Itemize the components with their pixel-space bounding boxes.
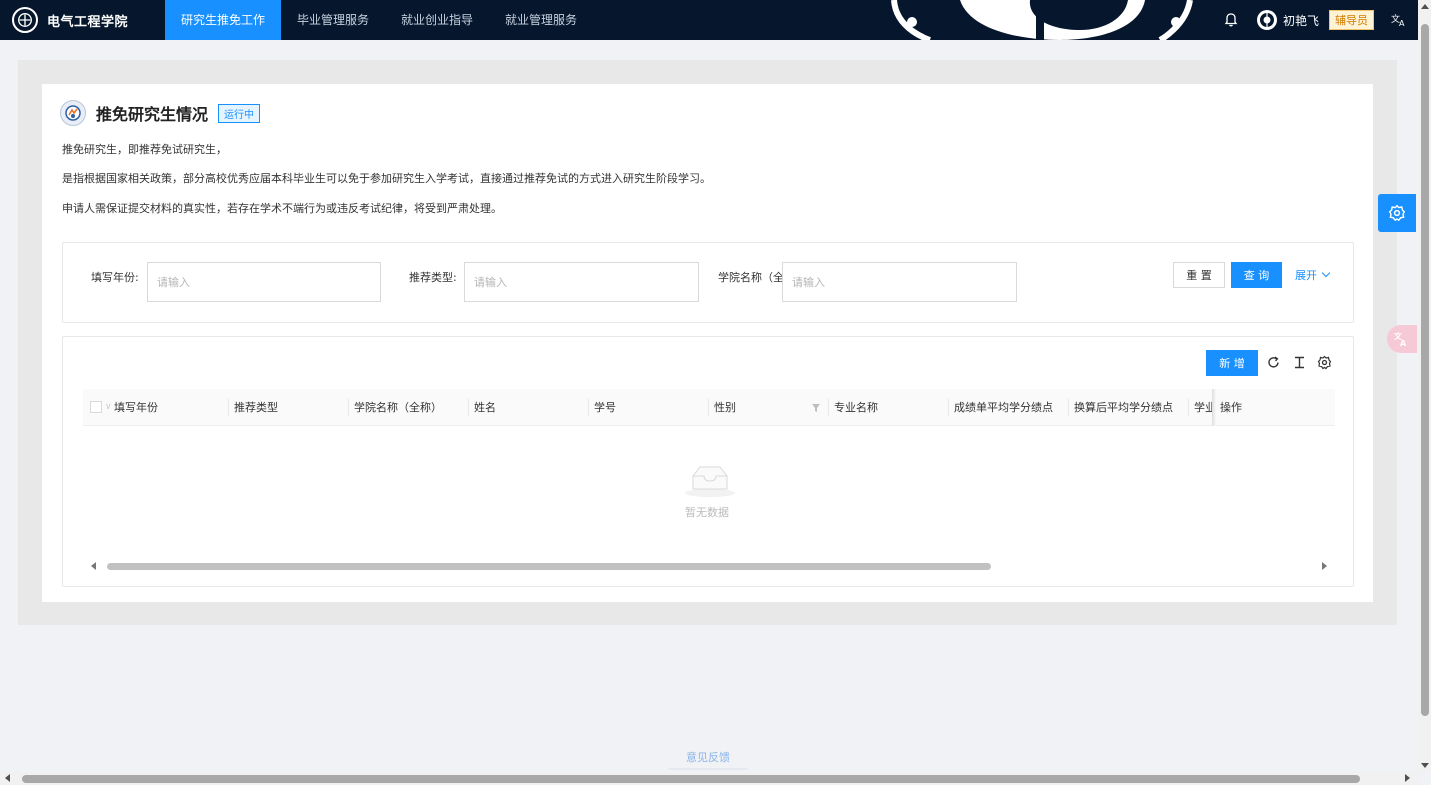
gear-icon: [1388, 204, 1406, 222]
recommend-type-input[interactable]: [464, 262, 699, 302]
nav-item-postgrad-recommendation[interactable]: 研究生推免工作: [165, 0, 282, 40]
type-label: 推荐类型:: [409, 271, 457, 284]
empty-state-text: 暂无数据: [685, 506, 729, 519]
floating-translate-button[interactable]: 文A: [1387, 325, 1417, 353]
col-recommend-type[interactable]: 推荐类型: [234, 389, 346, 426]
description-line-2: 是指根据国家相关政策，部分高校优秀应届本科毕业生可以免于参加研究生入学考试，直接…: [62, 172, 711, 185]
page-title-icon: [60, 100, 86, 126]
col-actions: 操作: [1220, 401, 1242, 414]
column-height-icon[interactable]: [1292, 355, 1307, 370]
nav-item-employment-management[interactable]: 就业管理服务: [489, 0, 593, 40]
select-all-checkbox[interactable]: [90, 401, 102, 413]
floating-settings-button[interactable]: [1378, 194, 1416, 232]
svg-text:A: A: [1400, 339, 1407, 348]
college-input[interactable]: [782, 262, 1017, 302]
brand-name: 电气工程学院: [47, 14, 129, 30]
filter-icon[interactable]: [811, 403, 821, 413]
data-table-panel: 新 增 ∨ 填写年份 推荐类型 学院名称（全称） 姓名 学号 性别 专业名称 成…: [62, 336, 1354, 587]
refresh-icon[interactable]: [1266, 355, 1281, 370]
table-header: ∨ 填写年份 推荐类型 学院名称（全称） 姓名 学号 性别 专业名称 成绩单平均…: [83, 389, 1335, 426]
translate-icon[interactable]: 文A: [1390, 11, 1408, 29]
bell-icon[interactable]: [1223, 12, 1239, 28]
translate-icon: 文A: [1394, 331, 1407, 348]
col-gender[interactable]: 性别: [714, 389, 804, 426]
brand[interactable]: 电气工程学院: [0, 0, 165, 40]
college-label: 学院名称（全: [718, 271, 782, 284]
chevron-down-icon[interactable]: ∨: [105, 389, 112, 426]
year-input[interactable]: [147, 262, 381, 302]
col-student-id[interactable]: 学号: [594, 389, 706, 426]
table-horizontal-scrollbar[interactable]: [83, 559, 1335, 573]
page-vertical-scrollbar[interactable]: [1418, 0, 1431, 772]
expand-label: 展开: [1295, 269, 1317, 282]
svg-text:A: A: [1399, 19, 1405, 28]
query-button[interactable]: 查 询: [1231, 262, 1282, 288]
chevron-down-icon: [1321, 268, 1331, 278]
user-name[interactable]: 初艳飞: [1283, 12, 1319, 29]
college-logo-icon: [12, 7, 38, 33]
role-badge: 辅导员: [1329, 10, 1374, 30]
feedback-link[interactable]: 意见反馈: [668, 750, 748, 770]
nav-item-career-guidance[interactable]: 就业创业指导: [385, 0, 489, 40]
col-major-name[interactable]: 专业名称: [834, 389, 946, 426]
main-card: 推免研究生情况 运行中 推免研究生，即推荐免试研究生， 是指根据国家相关政策，部…: [42, 84, 1373, 602]
empty-inbox-icon: [685, 466, 735, 497]
description-line-3: 申请人需保证提交材料的真实性，若存在学术不端行为或违反考试纪律，将受到严肃处理。: [62, 202, 502, 215]
avatar[interactable]: [1256, 10, 1277, 30]
search-filter-panel: 填写年份: 推荐类型: 学院名称（全 重 置 查 询 展开: [62, 242, 1354, 323]
settings-icon[interactable]: [1317, 355, 1332, 370]
page-horizontal-scrollbar[interactable]: [0, 772, 1418, 785]
description-line-1: 推免研究生，即推荐免试研究生，: [62, 143, 227, 156]
add-button[interactable]: 新 增: [1206, 350, 1258, 376]
col-name[interactable]: 姓名: [474, 389, 586, 426]
expand-button[interactable]: 展开: [1295, 262, 1331, 288]
reset-button[interactable]: 重 置: [1173, 262, 1225, 288]
year-label: 填写年份:: [91, 271, 139, 284]
col-academic[interactable]: 学业: [1194, 389, 1212, 426]
status-badge: 运行中: [218, 103, 261, 123]
col-college-name[interactable]: 学院名称（全称）: [354, 389, 466, 426]
decorative-banner: [891, 0, 1193, 40]
col-year[interactable]: 填写年份: [114, 389, 226, 426]
nav-item-graduation-management[interactable]: 毕业管理服务: [281, 0, 385, 40]
col-converted-gpa[interactable]: 换算后平均学分绩点: [1074, 389, 1186, 426]
page-title: 推免研究生情况: [96, 105, 209, 124]
col-transcript-gpa[interactable]: 成绩单平均学分绩点: [954, 389, 1068, 426]
top-navbar: 电气工程学院 研究生推免工作 毕业管理服务 就业创业指导 就业管理服务 初艳飞 …: [0, 0, 1418, 40]
